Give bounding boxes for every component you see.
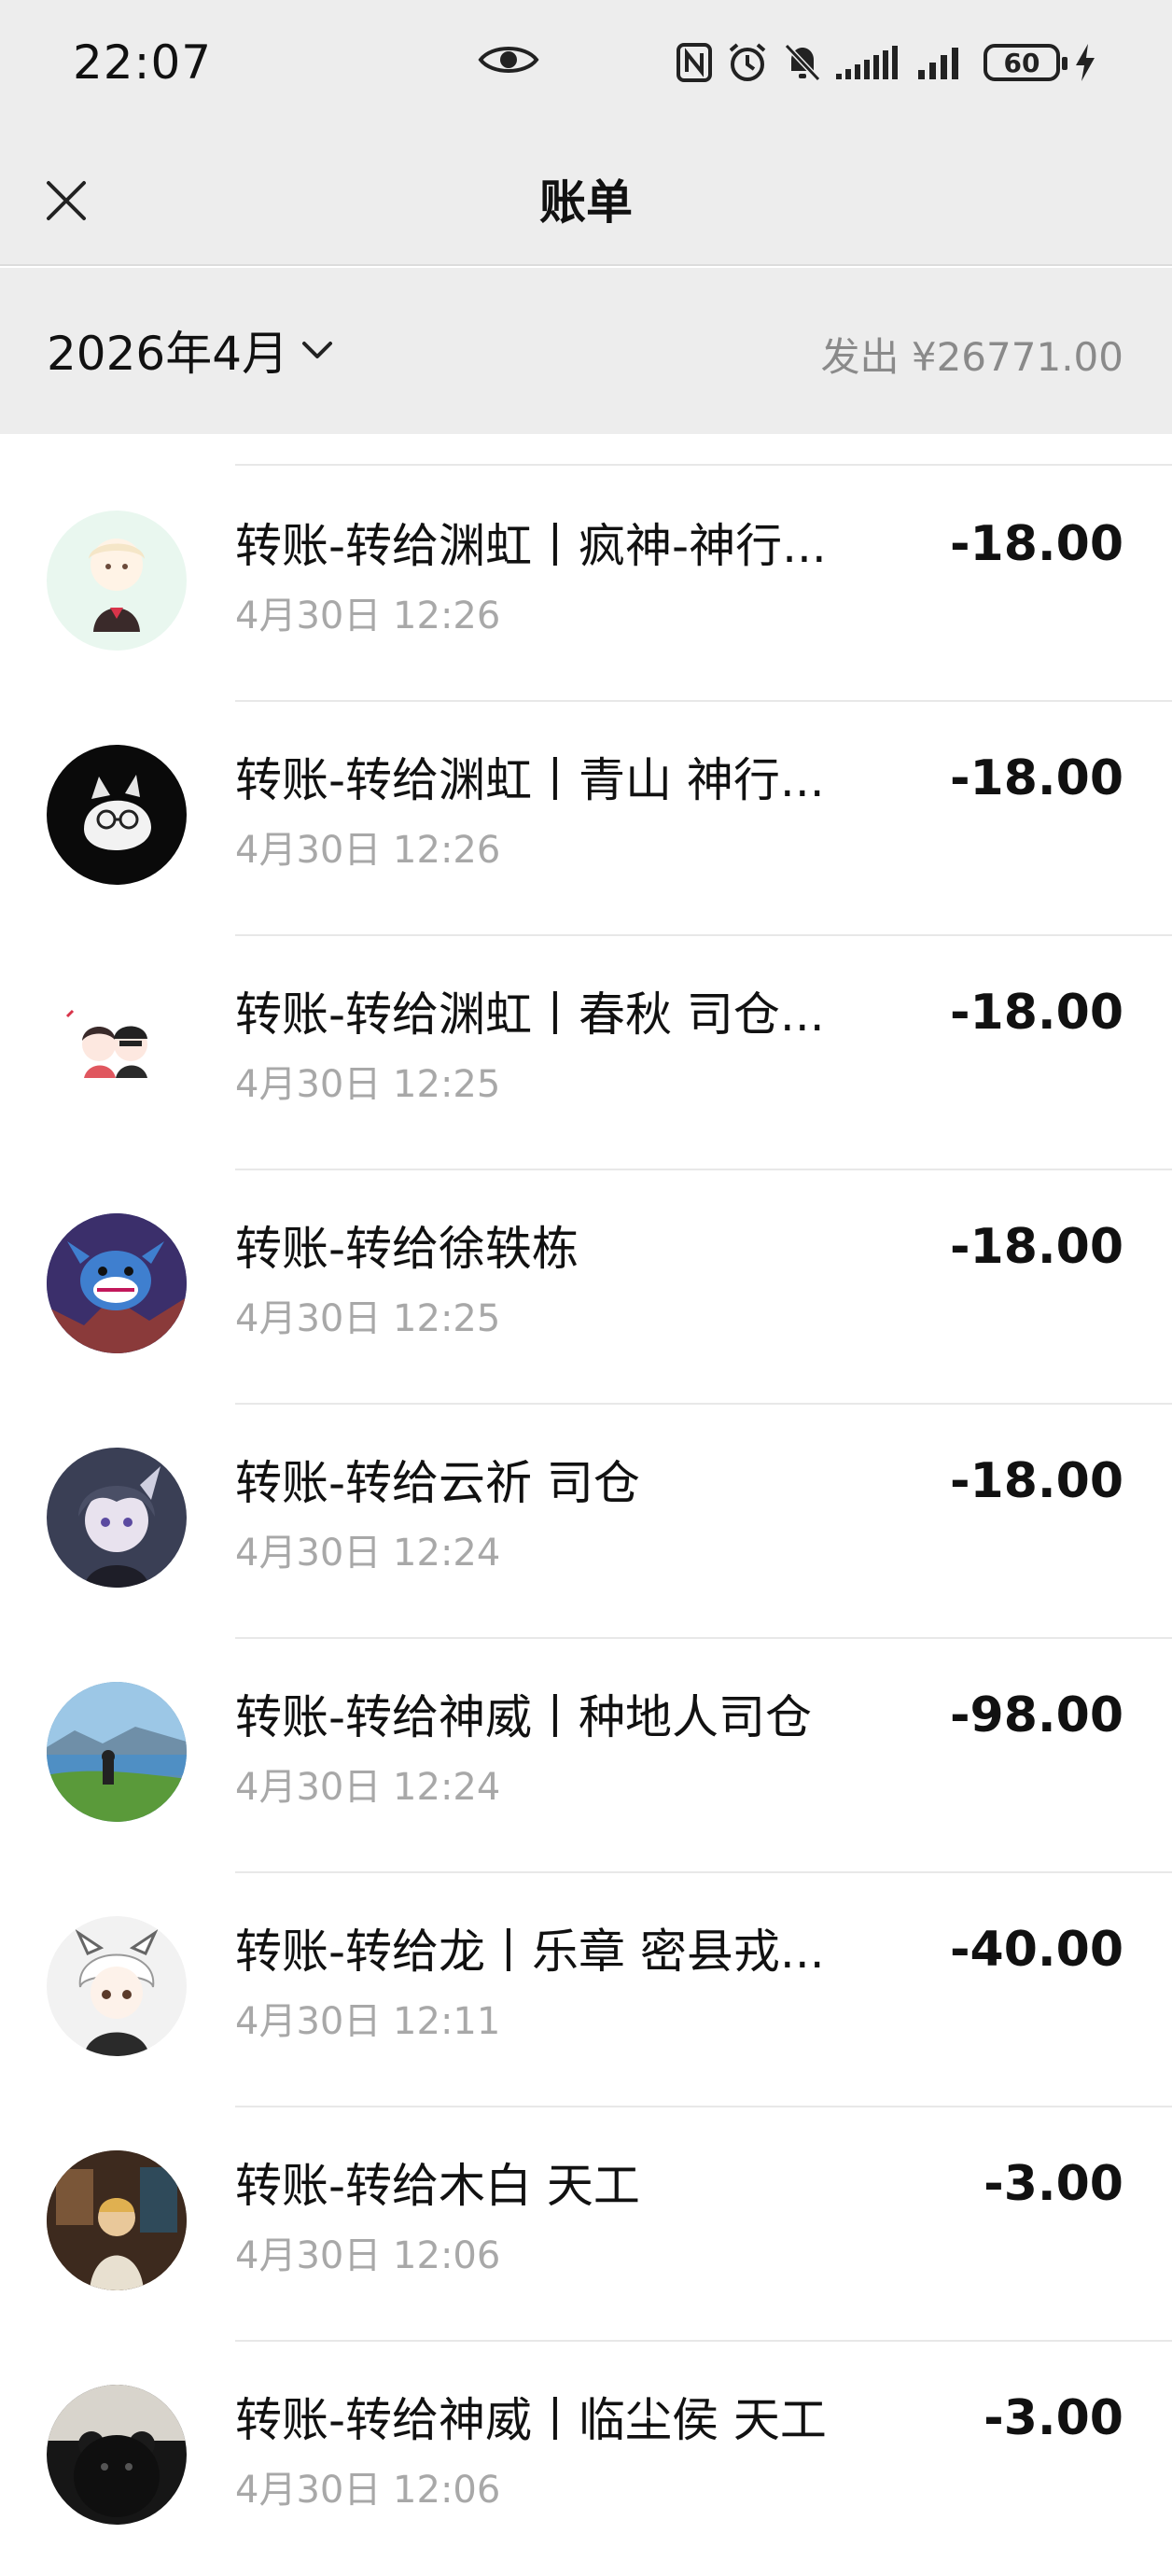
transaction-amount: -40.00 <box>949 1922 1123 1978</box>
transaction-amount: -98.00 <box>949 1687 1123 1743</box>
transaction-title: 转账-转给渊虹丨疯神-神行... <box>235 519 827 573</box>
transaction-row[interactable]: 转账-转给渊虹丨疯神-神行... 4月30日 12:26 -18.00 <box>0 468 1172 702</box>
eye-icon <box>478 47 539 73</box>
transaction-amount: -18.00 <box>949 1453 1123 1509</box>
nav-bar: 账单 <box>0 135 1172 266</box>
signal-icon <box>918 48 958 79</box>
transaction-row[interactable]: 转账-转给徐轶栋 4月30日 12:25 -18.00 <box>0 1170 1172 1405</box>
avatar <box>47 1448 187 1588</box>
status-bar: 22:07 60 <box>0 0 1172 135</box>
nfc-icon <box>677 43 712 82</box>
month-label: 2026年4月 <box>47 327 289 381</box>
divider <box>235 464 1172 466</box>
page-title: 账单 <box>539 175 633 230</box>
transaction-amount: -18.00 <box>949 985 1123 1041</box>
transaction-row[interactable]: 转账-转给渊虹丨春秋 司仓... 4月30日 12:25 -18.00 <box>0 936 1172 1170</box>
avatar <box>47 745 187 885</box>
transaction-row[interactable]: 转账-转给龙丨乐章 密县戎... 4月30日 12:11 -40.00 <box>0 1873 1172 2107</box>
alarm-icon <box>729 43 766 81</box>
expense-summary: 发出 ¥26771.00 <box>820 334 1123 380</box>
filter-bar: 2026年4月 发出 ¥26771.00 <box>0 268 1172 434</box>
transaction-amount: -18.00 <box>949 750 1123 806</box>
avatar <box>47 2385 187 2525</box>
signal-icon <box>836 46 898 79</box>
transaction-list: 转账-转给渊虹丨疯神-神行... 4月30日 12:26 -18.00 转账-转… <box>0 434 1172 2576</box>
transaction-row[interactable]: 转账-转给木白 天工 4月30日 12:06 -3.00 <box>0 2107 1172 2342</box>
avatar <box>47 511 187 651</box>
transaction-row[interactable]: 转账-转给神威丨种地人司仓 4月30日 12:24 -98.00 <box>0 1639 1172 1873</box>
avatar <box>47 1213 187 1353</box>
chevron-down-icon <box>302 342 333 358</box>
transaction-time: 4月30日 12:11 <box>235 2000 501 2043</box>
transaction-amount: -18.00 <box>949 516 1123 572</box>
transaction-time: 4月30日 12:26 <box>235 595 501 637</box>
transaction-time: 4月30日 12:25 <box>235 1063 501 1106</box>
transaction-title: 转账-转给木白 天工 <box>235 2159 640 2213</box>
transaction-time: 4月30日 12:24 <box>235 1532 501 1575</box>
status-icons: 60 <box>676 39 1097 86</box>
battery-icon: 60 <box>984 44 1067 81</box>
battery-level: 60 <box>1003 47 1040 78</box>
transaction-amount: -3.00 <box>984 2390 1123 2446</box>
avatar <box>47 1916 187 2056</box>
transaction-title: 转账-转给神威丨种地人司仓 <box>235 1690 813 1744</box>
transaction-row[interactable]: 转账-转给神威丨临尘侯 天工 4月30日 12:06 -3.00 <box>0 2342 1172 2576</box>
avatar <box>47 979 187 1119</box>
transaction-title: 转账-转给渊虹丨青山 神行... <box>235 753 825 807</box>
transaction-amount: -18.00 <box>949 1219 1123 1275</box>
mute-icon <box>784 43 821 82</box>
transaction-row[interactable]: 转账-转给渊虹丨青山 神行... 4月30日 12:26 -18.00 <box>0 702 1172 936</box>
transaction-title: 转账-转给徐轶栋 <box>235 1222 579 1276</box>
transaction-time: 4月30日 12:06 <box>235 2469 501 2512</box>
month-picker[interactable]: 2026年4月 <box>47 316 333 384</box>
avatar <box>47 1682 187 1822</box>
transaction-title: 转账-转给云祈 司仓 <box>235 1456 640 1510</box>
transaction-time: 4月30日 12:25 <box>235 1297 501 1340</box>
transaction-time: 4月30日 12:24 <box>235 1766 501 1809</box>
status-time: 22:07 <box>73 35 213 90</box>
transaction-title: 转账-转给龙丨乐章 密县戎... <box>235 1925 825 1979</box>
transaction-row[interactable]: 转账-转给云祈 司仓 4月30日 12:24 -18.00 <box>0 1405 1172 1639</box>
charging-icon <box>1076 44 1095 81</box>
transaction-title: 转账-转给渊虹丨春秋 司仓... <box>235 987 825 1042</box>
transaction-time: 4月30日 12:26 <box>235 829 501 872</box>
transaction-amount: -3.00 <box>984 2156 1123 2212</box>
transaction-title: 转账-转给神威丨临尘侯 天工 <box>235 2393 827 2447</box>
transaction-time: 4月30日 12:06 <box>235 2234 501 2277</box>
avatar <box>47 2150 187 2290</box>
